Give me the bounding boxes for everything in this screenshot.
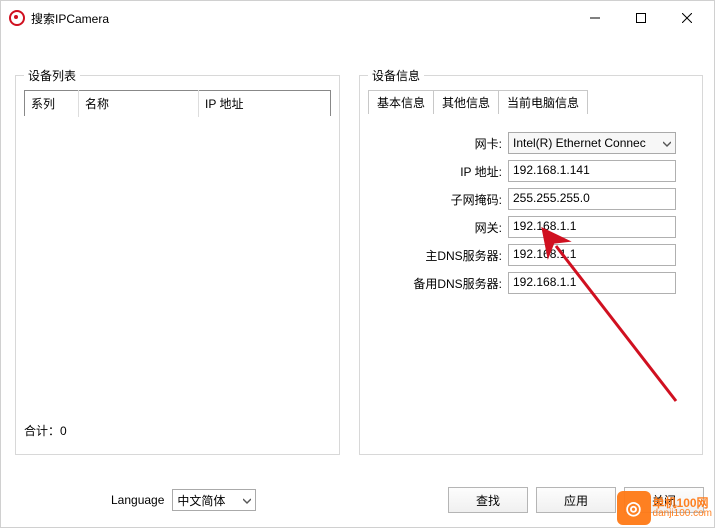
row-nic: 网卡: Intel(R) Ethernet Connec — [368, 132, 694, 154]
title-bar: 搜索IPCamera — [1, 1, 714, 35]
dns1-label: 主DNS服务器: — [368, 247, 508, 264]
device-list-panel: 设备列表 系列 名称 IP 地址 合计：0 — [15, 67, 340, 455]
row-gateway: 网关: 192.168.1.1 — [368, 216, 694, 238]
footer-label: 合计： — [24, 424, 60, 438]
device-info-legend: 设备信息 — [368, 67, 424, 84]
app-window: 搜索IPCamera 设备列表 系列 名称 IP 地址 — [0, 0, 715, 528]
device-list-footer: 合计：0 — [24, 422, 331, 439]
row-mask: 子网掩码: 255.255.255.0 — [368, 188, 694, 210]
minimize-icon — [590, 13, 600, 23]
dns2-field[interactable]: 192.168.1.1 — [508, 272, 676, 294]
chevron-down-icon — [243, 497, 251, 505]
language-value: 中文简体 — [177, 492, 225, 509]
tab-basic[interactable]: 基本信息 — [368, 90, 434, 114]
tab-current[interactable]: 当前电脑信息 — [498, 90, 588, 114]
footer-count: 0 — [60, 424, 67, 438]
col-name[interactable]: 名称 — [79, 91, 199, 117]
app-icon — [9, 10, 25, 26]
row-dns2: 备用DNS服务器: 192.168.1.1 — [368, 272, 694, 294]
language-select[interactable]: 中文简体 — [172, 489, 256, 511]
dns1-field[interactable]: 192.168.1.1 — [508, 244, 676, 266]
table-header-row: 系列 名称 IP 地址 — [25, 91, 331, 117]
col-ip[interactable]: IP 地址 — [199, 91, 331, 117]
watermark: ◎ 单机100网 danji100.com — [617, 491, 712, 525]
device-info-panel: 设备信息 基本信息 其他信息 当前电脑信息 网卡: Intel(R) Ether… — [359, 67, 703, 455]
ip-field[interactable]: 192.168.1.141 — [508, 160, 676, 182]
tab-other[interactable]: 其他信息 — [433, 90, 499, 114]
watermark-icon: ◎ — [617, 491, 651, 525]
mask-field[interactable]: 255.255.255.0 — [508, 188, 676, 210]
gw-field[interactable]: 192.168.1.1 — [508, 216, 676, 238]
apply-button[interactable]: 应用 — [536, 487, 616, 513]
watermark-url: danji100.com — [653, 509, 712, 519]
content-area: 设备列表 系列 名称 IP 地址 合计：0 设备信息 基本信息 其他信息 — [11, 39, 704, 517]
bottom-bar: Language 中文简体 查找 应用 关闭 — [11, 487, 704, 513]
window-title: 搜索IPCamera — [31, 10, 109, 27]
maximize-icon — [636, 13, 646, 23]
search-button[interactable]: 查找 — [448, 487, 528, 513]
mask-label: 子网掩码: — [368, 191, 508, 208]
dns2-label: 备用DNS服务器: — [368, 275, 508, 292]
window-controls — [572, 3, 710, 33]
language-label: Language — [111, 493, 164, 507]
maximize-button[interactable] — [618, 3, 664, 33]
close-icon — [682, 13, 692, 23]
device-list-legend: 设备列表 — [24, 67, 80, 84]
device-table[interactable]: 系列 名称 IP 地址 — [24, 90, 331, 416]
watermark-text: 单机100网 danji100.com — [653, 497, 712, 519]
col-series[interactable]: 系列 — [25, 91, 79, 117]
ip-label: IP 地址: — [368, 163, 508, 180]
info-tabs: 基本信息 其他信息 当前电脑信息 — [368, 90, 694, 114]
nic-value: Intel(R) Ethernet Connec — [513, 136, 646, 150]
nic-label: 网卡: — [368, 135, 508, 152]
gw-label: 网关: — [368, 219, 508, 236]
close-button[interactable] — [664, 3, 710, 33]
row-dns1: 主DNS服务器: 192.168.1.1 — [368, 244, 694, 266]
minimize-button[interactable] — [572, 3, 618, 33]
nic-select[interactable]: Intel(R) Ethernet Connec — [508, 132, 676, 154]
row-ip: IP 地址: 192.168.1.141 — [368, 160, 694, 182]
chevron-down-icon — [663, 140, 671, 148]
